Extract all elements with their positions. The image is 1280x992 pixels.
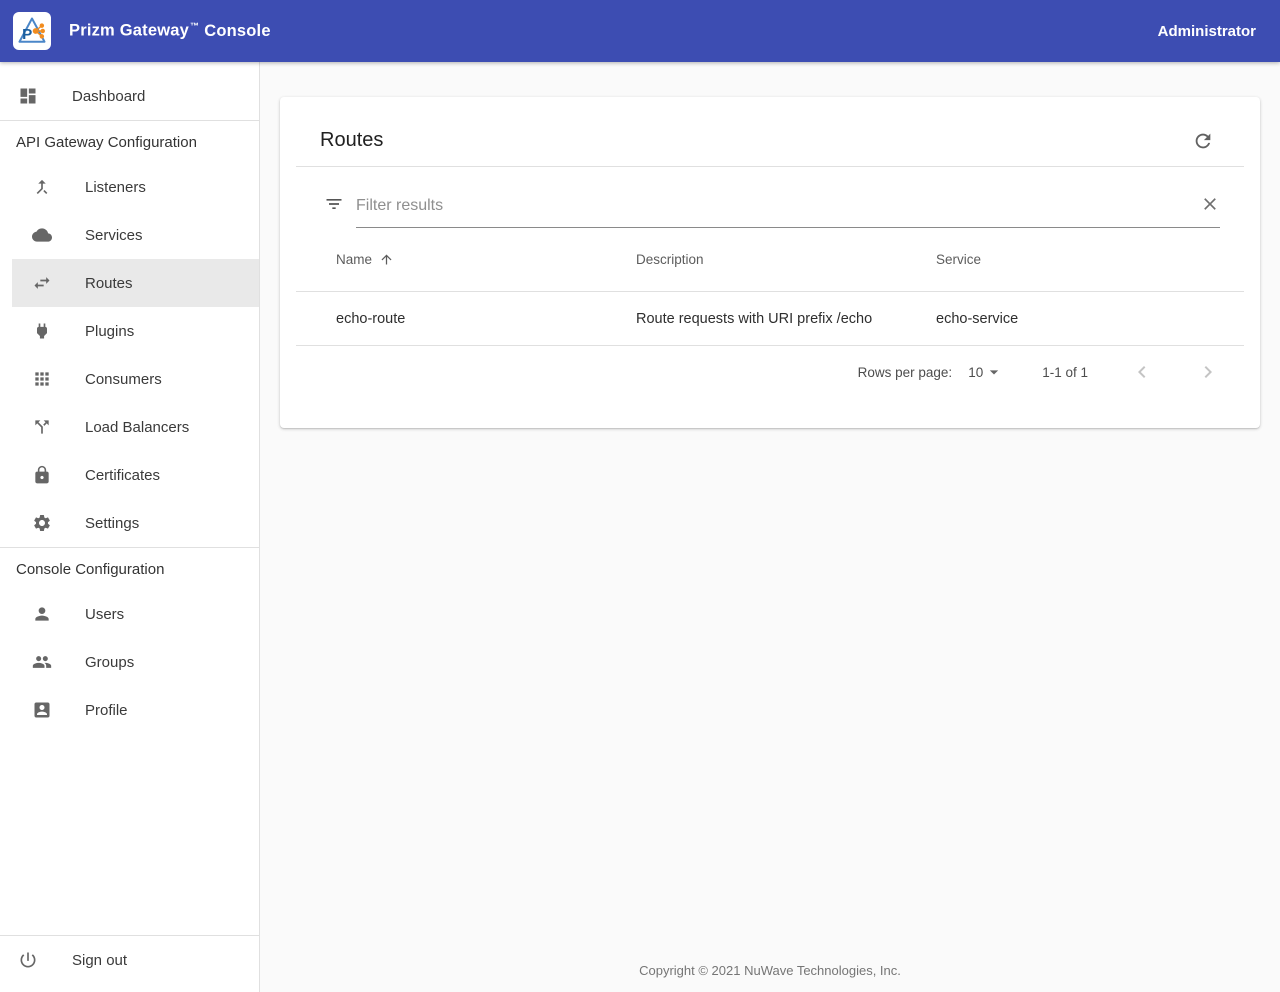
sidebar-item-profile[interactable]: Profile [0,686,259,734]
copyright-footer: Copyright © 2021 NuWave Technologies, In… [639,963,901,978]
filter-input[interactable] [356,196,1200,215]
routes-card: Routes Name [280,97,1260,428]
dashboard-icon [18,86,38,106]
refresh-icon [1195,133,1211,148]
gear-icon [32,513,52,533]
page-title: Routes [320,129,384,151]
sign-out-button[interactable]: Sign out [0,936,259,984]
column-header-service[interactable]: Service [936,252,1244,267]
sidebar-item-plugins[interactable]: Plugins [0,307,259,355]
pagination: Rows per page: 10 1-1 of 1 [296,346,1244,398]
svg-text:P: P [22,26,32,43]
section-console-configuration: Console Configuration [16,561,165,578]
close-icon [1204,197,1216,210]
chevron-left-icon [1138,366,1146,378]
sidebar-item-listeners[interactable]: Listeners [0,163,259,211]
call-merge-icon [32,177,52,197]
previous-page-button[interactable] [1130,360,1154,384]
column-header-name[interactable]: Name [336,252,636,267]
app-header: P Prizm Gateway™ Console Administrator [0,0,1280,62]
prizm-logo-icon: P [13,12,51,50]
table-header-row: Name Description Service [296,228,1244,292]
sort-ascending-icon [381,254,392,265]
pagination-range: 1-1 of 1 [1042,364,1088,380]
apps-grid-icon [32,369,52,389]
routes-table: Name Description Service echo-route Rout… [296,228,1244,398]
sidebar-item-load-balancers[interactable]: Load Balancers [0,403,259,451]
section-api-gateway-configuration: API Gateway Configuration [16,134,197,151]
dropdown-caret-icon [990,370,999,375]
clear-filter-button[interactable] [1200,194,1220,218]
column-header-description[interactable]: Description [636,252,936,267]
refresh-button[interactable] [1192,130,1214,152]
app-title: Prizm Gateway™ Console [69,21,271,40]
chevron-right-icon [1204,366,1212,378]
sidebar-item-routes[interactable]: Routes [12,259,259,307]
power-plug-icon [32,321,52,341]
sidebar-item-certificates[interactable]: Certificates [0,451,259,499]
rows-per-page-select[interactable]: 10 [968,362,1004,382]
sidebar-item-consumers[interactable]: Consumers [0,355,259,403]
cell-description: Route requests with URI prefix /echo [636,310,873,327]
person-icon [32,604,52,624]
power-icon [18,950,38,970]
people-icon [32,652,52,672]
sidebar-item-services[interactable]: Services [0,211,259,259]
table-row[interactable]: echo-route Route requests with URI prefi… [296,292,1244,346]
cell-service: echo-service [936,310,1019,327]
user-menu[interactable]: Administrator [1158,23,1256,40]
call-split-icon [32,417,52,437]
main-content: Routes Name [260,62,1280,992]
sidebar-item-groups[interactable]: Groups [0,638,259,686]
sidebar-item-dashboard[interactable]: Dashboard [0,72,259,120]
filter-icon [324,194,344,214]
cell-name: echo-route [336,310,406,327]
sidebar-item-settings[interactable]: Settings [0,499,259,547]
cloud-icon [32,225,52,245]
rows-per-page-label: Rows per page: [857,364,953,380]
swap-horizontal-icon [32,273,52,293]
next-page-button[interactable] [1196,360,1220,384]
sidebar: Dashboard API Gateway Configuration List… [0,62,260,992]
lock-icon [32,465,52,485]
contact-card-icon [32,700,52,720]
sidebar-item-users[interactable]: Users [0,590,259,638]
